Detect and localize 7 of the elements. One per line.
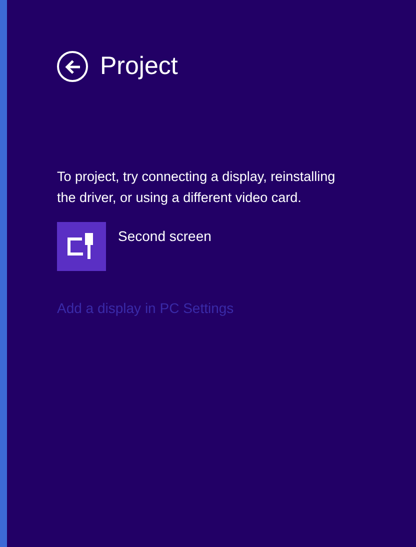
option-label: Second screen — [118, 226, 212, 246]
projector-icon — [57, 222, 106, 270]
page-title: Project — [100, 51, 178, 82]
back-button[interactable] — [57, 51, 88, 82]
back-arrow-icon — [64, 58, 82, 75]
second-screen-option[interactable]: Second screen — [57, 222, 357, 270]
message-text: To project, try connecting a display, reinstalling the driver, or using a different video card. — [57, 168, 336, 207]
